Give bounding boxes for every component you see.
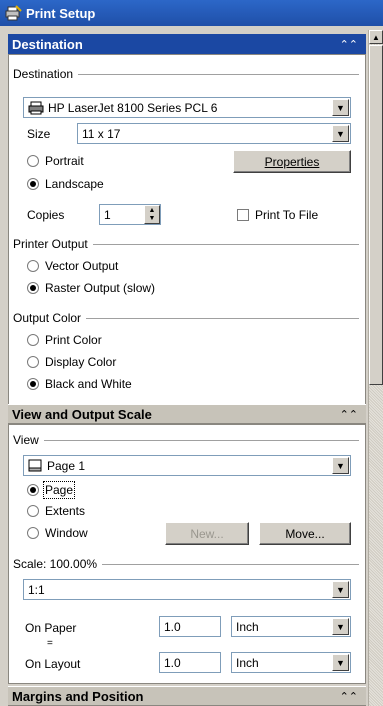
view-scale-section-title: View and Output Scale: [12, 406, 152, 422]
size-label: Size: [27, 127, 51, 141]
view-scale-section-body: View Page 1 ▼ Page Extents Window New...…: [8, 424, 366, 684]
printer-value: HP LaserJet 8100 Series PCL 6: [48, 100, 218, 115]
page-radio[interactable]: Page: [27, 481, 76, 499]
spin-down-icon[interactable]: ▼: [149, 215, 156, 222]
chevron-down-icon[interactable]: ▼: [332, 125, 349, 142]
radio-print-color-indicator[interactable]: [27, 334, 39, 346]
radio-page-indicator[interactable]: [27, 484, 39, 496]
radio-bw-indicator[interactable]: [27, 378, 39, 390]
scale-value: 1:1: [28, 582, 45, 597]
radio-extents-indicator[interactable]: [27, 505, 39, 517]
chevron-down-icon[interactable]: ▼: [332, 581, 349, 598]
on-paper-unit-select[interactable]: Inch ▼: [231, 616, 351, 637]
move-view-button[interactable]: Move...: [259, 522, 351, 545]
on-paper-label: On Paper: [25, 621, 77, 635]
margins-section-header[interactable]: Margins and Position ⌃⌃: [8, 686, 366, 706]
radio-portrait-indicator[interactable]: [27, 155, 39, 167]
landscape-radio[interactable]: Landscape: [27, 177, 104, 191]
raster-output-radio[interactable]: Raster Output (slow): [27, 281, 155, 295]
radio-display-color-indicator[interactable]: [27, 356, 39, 368]
spin-up-icon[interactable]: ▲: [149, 207, 156, 214]
radio-window-indicator[interactable]: [27, 527, 39, 539]
printer-select[interactable]: HP LaserJet 8100 Series PCL 6 ▼: [23, 97, 351, 118]
view-group-label: View: [13, 433, 359, 447]
view-select[interactable]: Page 1 ▼: [23, 455, 351, 476]
destination-section-title: Destination: [12, 36, 83, 52]
print-color-radio[interactable]: Print Color: [27, 333, 102, 347]
print-setup-panel: Destination ⌃⌃ Destination HP LaserJet 8…: [8, 30, 366, 706]
printer-wrench-icon: [5, 5, 22, 21]
properties-button[interactable]: Properties: [233, 150, 351, 173]
radio-landscape-indicator[interactable]: [27, 178, 39, 190]
checkbox-indicator[interactable]: [237, 209, 249, 221]
paper-size-value: 11 x 17: [82, 126, 121, 141]
double-chevron-up-icon[interactable]: ⌃⌃: [340, 690, 358, 703]
double-chevron-up-icon[interactable]: ⌃⌃: [340, 38, 358, 51]
portrait-radio[interactable]: Portrait: [27, 154, 84, 168]
destination-group-label: Destination: [13, 67, 359, 81]
margins-section-title: Margins and Position: [12, 688, 144, 704]
on-layout-unit-select[interactable]: Inch ▼: [231, 652, 351, 673]
output-color-group-label: Output Color: [13, 311, 359, 325]
destination-section-body: Destination HP LaserJet 8100 Series PCL …: [8, 54, 366, 424]
vertical-scrollbar[interactable]: ▲: [368, 30, 383, 706]
equals-sign: =: [47, 638, 53, 649]
black-and-white-radio[interactable]: Black and White: [27, 377, 132, 391]
printer-icon: [28, 101, 44, 114]
radio-vector-indicator[interactable]: [27, 260, 39, 272]
window-title: Print Setup: [26, 5, 96, 21]
paper-size-select[interactable]: 11 x 17 ▼: [77, 123, 351, 144]
on-layout-input[interactable]: 1.0: [159, 652, 221, 673]
scale-group-label: Scale: 100.00%: [13, 557, 359, 571]
extents-radio[interactable]: Extents: [27, 504, 85, 518]
title-bar: Print Setup: [0, 0, 383, 26]
print-to-file-checkbox[interactable]: Print To File: [237, 208, 318, 222]
destination-section-header[interactable]: Destination ⌃⌃: [8, 34, 366, 54]
chevron-down-icon[interactable]: ▼: [332, 618, 349, 635]
arrow-up-icon: ▲: [372, 32, 380, 42]
chevron-down-icon[interactable]: ▼: [332, 457, 349, 474]
double-chevron-up-icon[interactable]: ⌃⌃: [340, 408, 358, 421]
view-value: Page 1: [47, 458, 86, 473]
scroll-up-button[interactable]: ▲: [369, 30, 383, 44]
printer-output-group-label: Printer Output: [13, 237, 359, 251]
on-paper-input[interactable]: 1.0: [159, 616, 221, 637]
display-color-radio[interactable]: Display Color: [27, 355, 116, 369]
vector-output-radio[interactable]: Vector Output: [27, 259, 118, 273]
radio-raster-indicator[interactable]: [27, 282, 39, 294]
scale-select[interactable]: 1:1 ▼: [23, 579, 351, 600]
on-layout-label: On Layout: [25, 657, 81, 671]
copies-label: Copies: [27, 208, 65, 222]
page-icon: [28, 459, 42, 472]
chevron-down-icon[interactable]: ▼: [332, 654, 349, 671]
view-scale-section-header[interactable]: View and Output Scale ⌃⌃: [8, 404, 366, 424]
scroll-thumb[interactable]: [369, 45, 383, 385]
window-radio[interactable]: Window: [27, 526, 88, 540]
chevron-down-icon[interactable]: ▼: [332, 99, 349, 116]
copies-spinner[interactable]: ▲ ▼: [144, 205, 160, 224]
new-view-button[interactable]: New...: [165, 522, 249, 545]
